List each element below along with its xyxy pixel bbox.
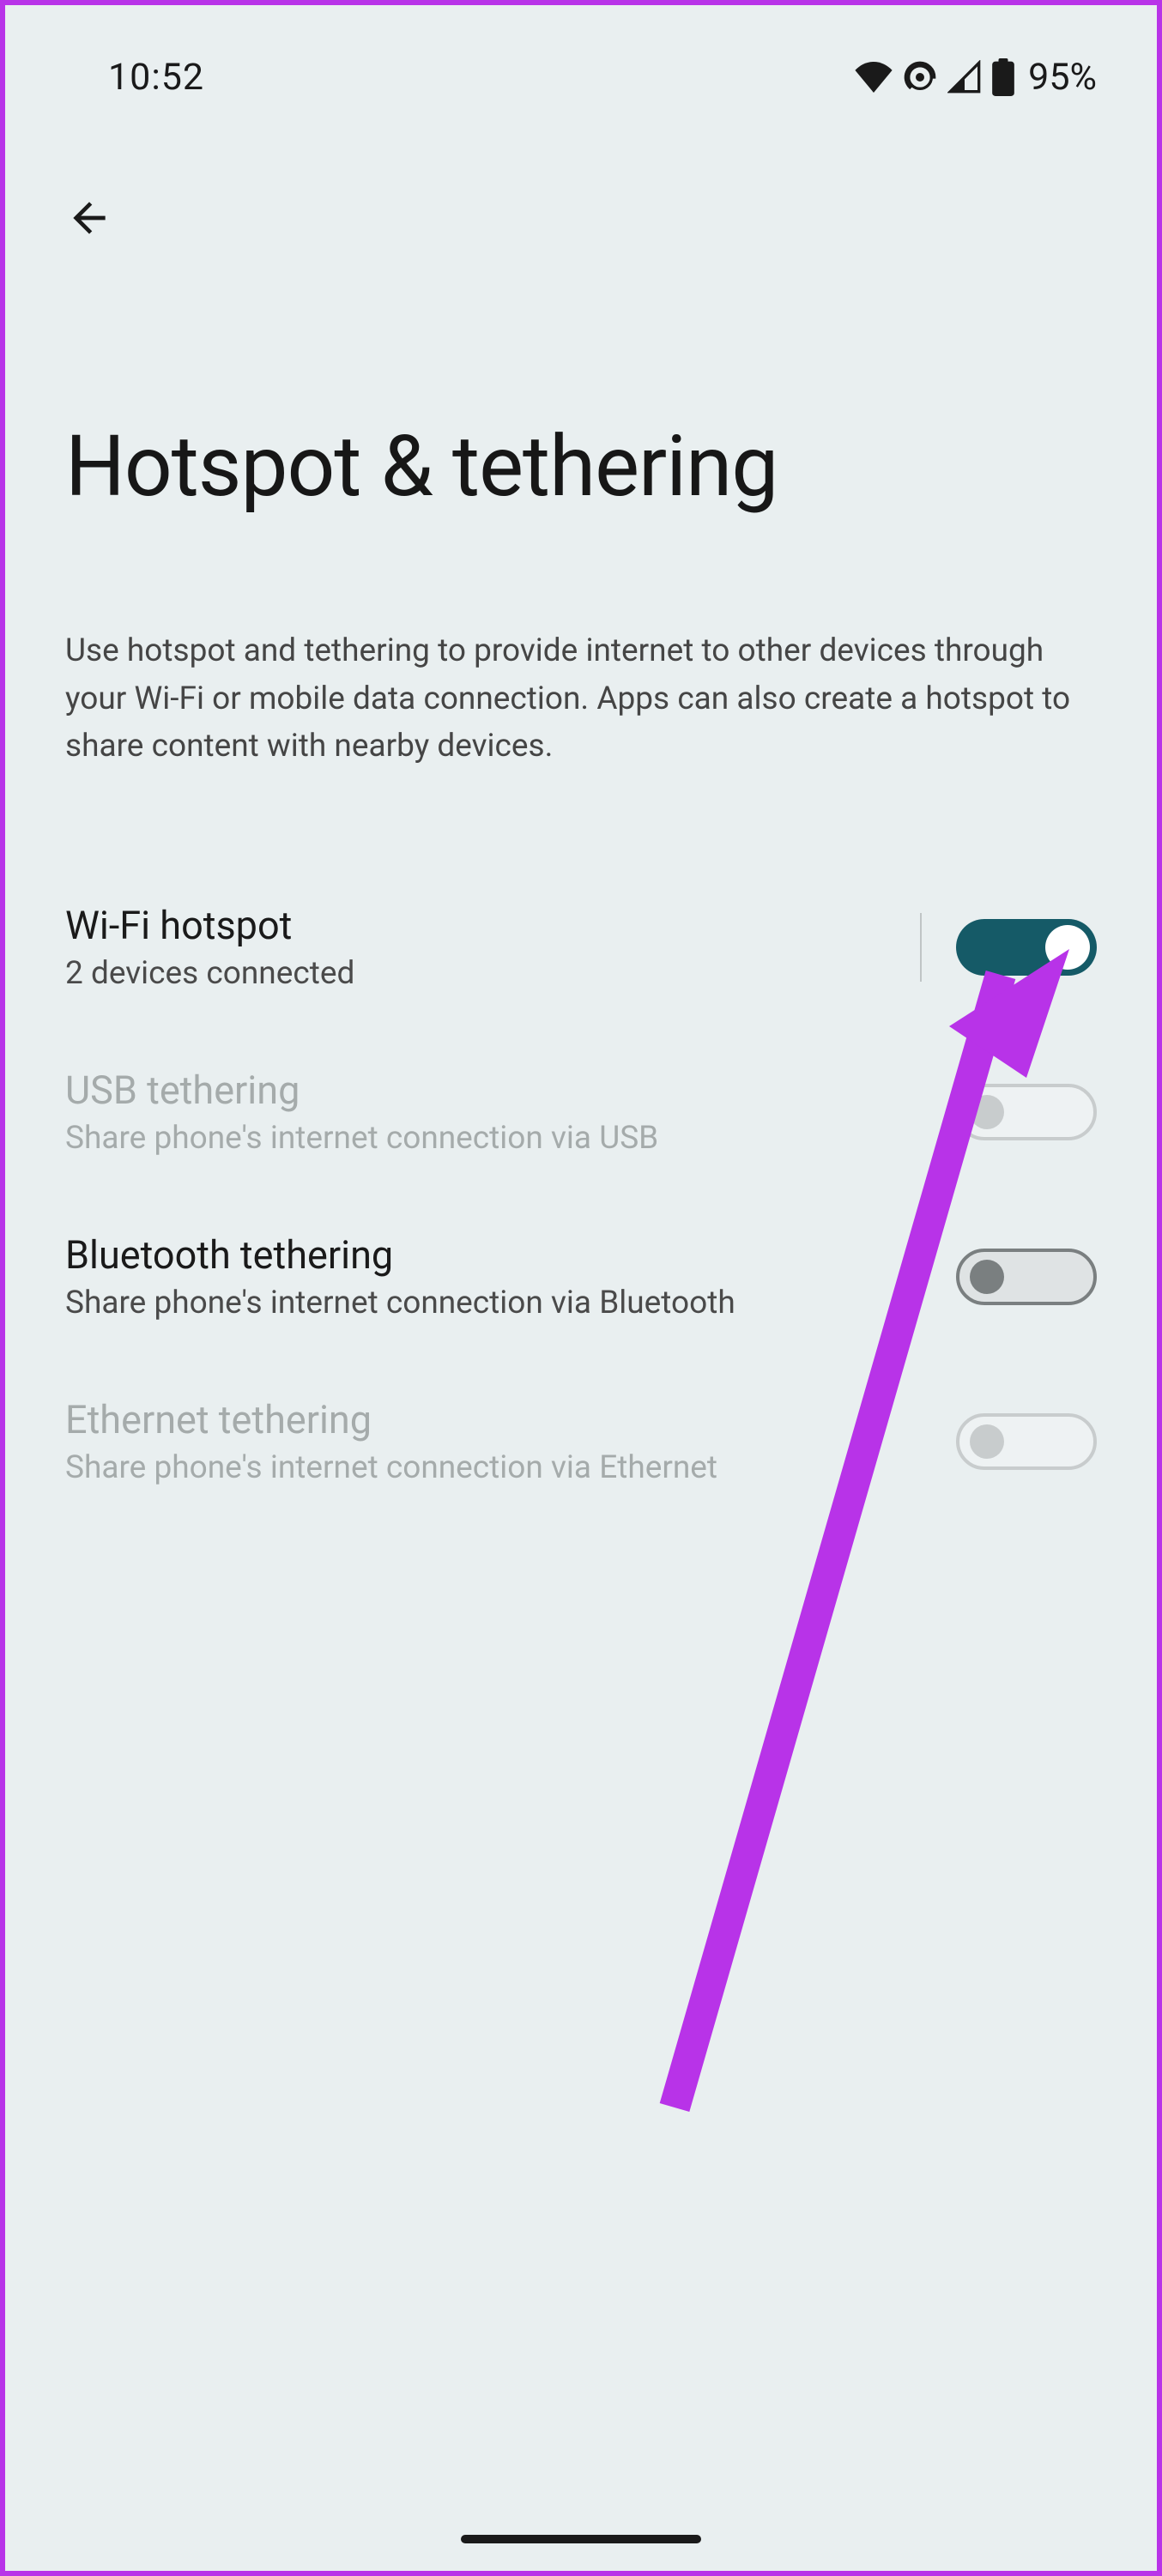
bluetooth-tethering-toggle[interactable] <box>956 1249 1097 1305</box>
setting-title: Wi-Fi hotspot <box>65 903 920 948</box>
settings-list: Wi-Fi hotspot 2 devices connected USB te… <box>5 865 1157 1524</box>
setting-title: USB tethering <box>65 1067 956 1113</box>
arrow-left-icon <box>65 194 113 242</box>
setting-wifi-hotspot[interactable]: Wi-Fi hotspot 2 devices connected <box>5 865 1157 1030</box>
wifi-icon <box>855 62 893 93</box>
divider <box>920 913 922 982</box>
wifi-hotspot-toggle[interactable] <box>956 919 1097 976</box>
status-icons: 95% <box>855 56 1097 99</box>
signal-icon <box>947 60 982 94</box>
setting-subtitle: Share phone's internet connection via Bl… <box>65 1285 956 1321</box>
setting-usb-tethering: USB tethering Share phone's internet con… <box>5 1030 1157 1194</box>
setting-ethernet-tethering: Ethernet tethering Share phone's interne… <box>5 1359 1157 1524</box>
setting-subtitle: 2 devices connected <box>65 955 920 992</box>
back-button[interactable] <box>57 185 122 254</box>
toggle-knob <box>970 1095 1004 1129</box>
battery-icon <box>992 58 1014 96</box>
status-bar: 10:52 95% <box>5 5 1157 108</box>
status-time: 10:52 <box>108 56 204 99</box>
usb-tethering-toggle <box>956 1084 1097 1140</box>
page-description: Use hotspot and tethering to provide int… <box>5 627 1157 771</box>
toggle-knob <box>970 1424 1004 1459</box>
setting-title: Ethernet tethering <box>65 1397 956 1442</box>
battery-percentage: 95% <box>1028 56 1097 99</box>
setting-title: Bluetooth tethering <box>65 1232 956 1278</box>
setting-subtitle: Share phone's internet connection via US… <box>65 1120 956 1157</box>
setting-bluetooth-tethering[interactable]: Bluetooth tethering Share phone's intern… <box>5 1194 1157 1359</box>
page-title: Hotspot & tethering <box>5 417 1157 516</box>
ethernet-tethering-toggle <box>956 1413 1097 1470</box>
setting-subtitle: Share phone's internet connection via Et… <box>65 1449 956 1486</box>
hotspot-icon <box>903 60 937 94</box>
toggle-knob <box>970 1260 1004 1294</box>
toggle-knob <box>1045 925 1090 970</box>
navigation-pill[interactable] <box>461 2535 701 2543</box>
